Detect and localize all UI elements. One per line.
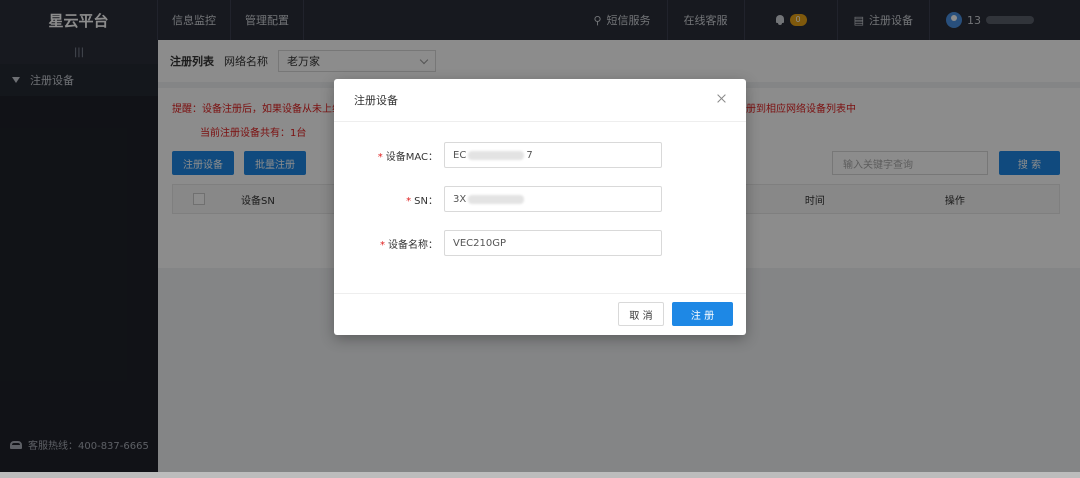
form-row-device-name: * 设备名称： VEC210GP [334,230,746,256]
mac-input[interactable]: EC 7 [444,142,662,168]
cancel-button[interactable]: 取 消 [618,302,664,326]
form-row-sn: * SN： 3X [334,186,746,212]
sn-label: * SN： [334,192,444,207]
register-device-dialog: 注册设备 * 设备MAC： EC 7 * SN： 3X * 设备名称： VEC210G… [334,79,746,335]
sn-label-text: SN： [414,195,438,207]
mac-prefix: EC [453,149,467,161]
mac-label: * 设备MAC： [334,148,444,163]
sn-input[interactable]: 3X [444,186,662,212]
mac-suffix: 7 [526,149,533,161]
required-marker: * [380,239,385,251]
dialog-title: 注册设备 [354,94,398,107]
device-name-value: VEC210GP [453,237,507,249]
device-name-label: * 设备名称： [334,236,444,251]
required-marker: * [377,151,383,163]
mac-label-text: 设备MAC： [385,151,438,163]
form-row-mac: * 设备MAC： EC 7 [334,142,746,168]
mac-blurred [468,150,525,160]
close-icon[interactable] [716,93,728,105]
device-name-label-text: 设备名称： [388,239,438,251]
sn-prefix: 3X [453,193,467,205]
bottom-strip [0,472,1080,478]
required-marker: * [406,195,412,207]
register-button[interactable]: 注 册 [672,302,733,326]
sn-blurred [468,194,525,204]
device-name-input[interactable]: VEC210GP [444,230,662,256]
dialog-header: 注册设备 [334,79,746,122]
